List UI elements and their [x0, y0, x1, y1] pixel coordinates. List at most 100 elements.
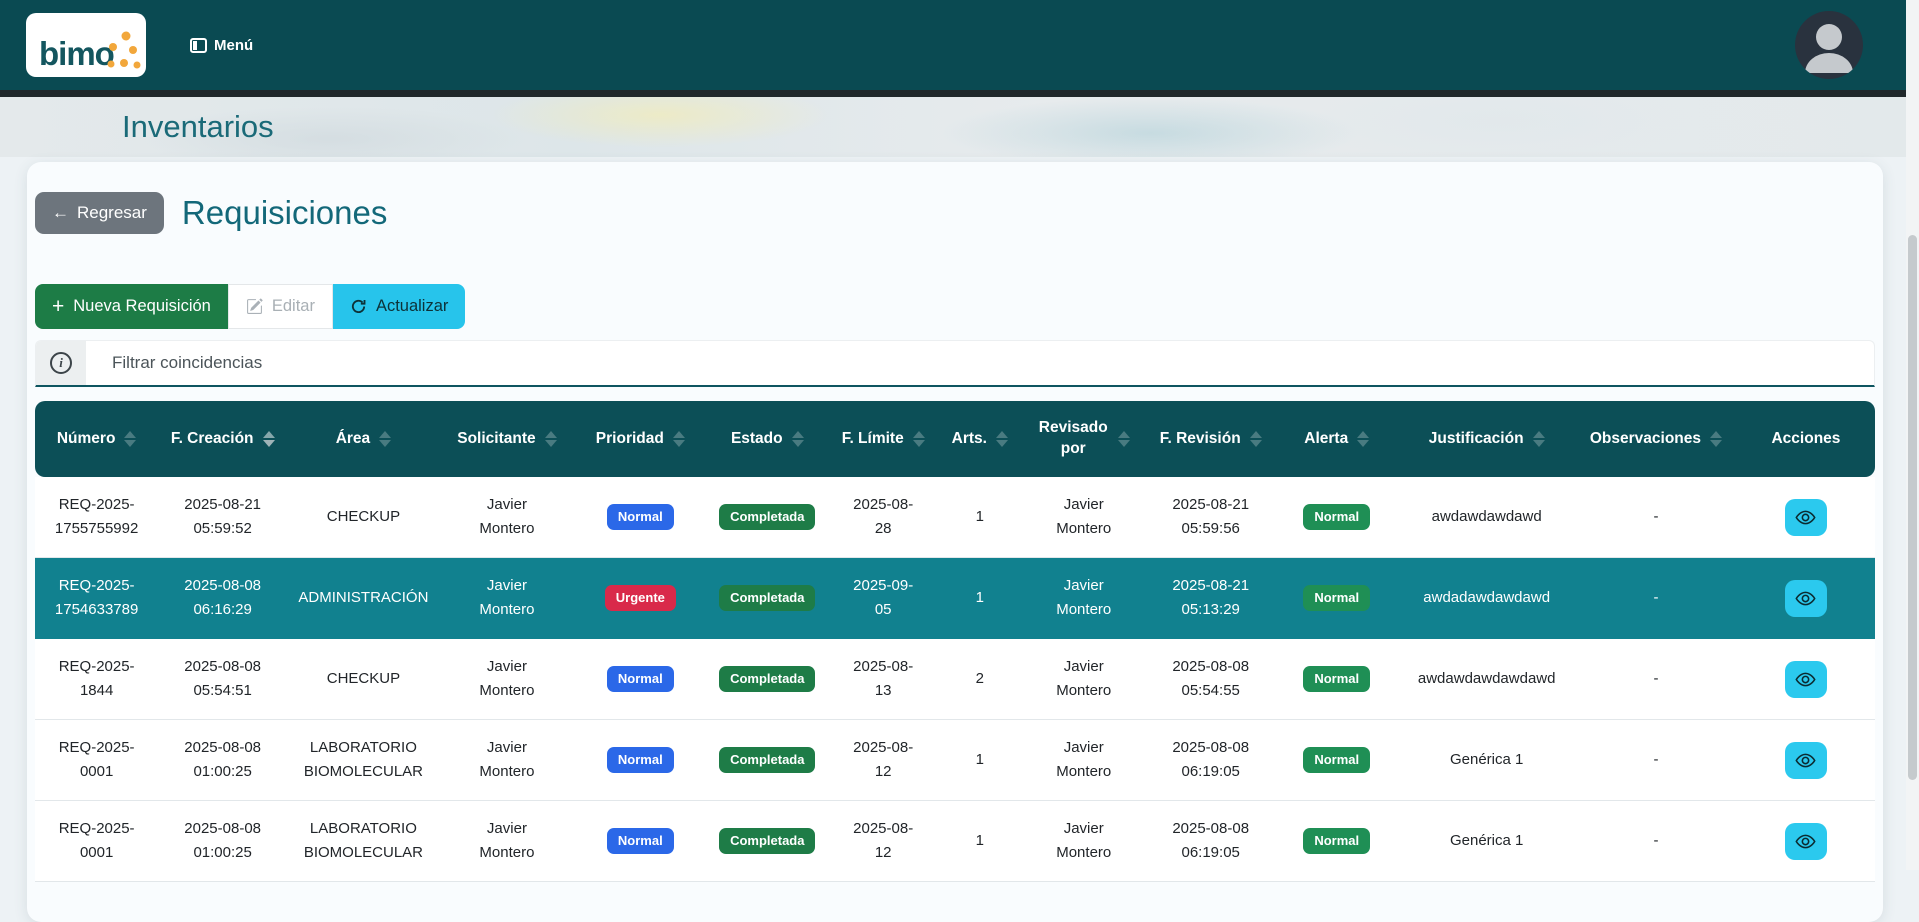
status-badge: Normal [1303, 503, 1371, 531]
sort-icon[interactable] [1710, 430, 1723, 447]
cell-text: 2025-08-12 [853, 820, 914, 861]
cell-f-limite: 2025-08-12 [828, 720, 939, 801]
sort-icon[interactable] [379, 430, 392, 447]
new-requisition-label: Nueva Requisición [73, 297, 211, 315]
cell-f-limite: 2025-09-05 [828, 558, 939, 639]
cell-text: 2025-08-21 05:59:52 [184, 496, 262, 537]
scrollbar-track[interactable] [1906, 0, 1919, 870]
table-row[interactable]: REQ-2025-1754633789 2025-08-08 06:16:29 AD… [35, 558, 1875, 639]
column-label: Estado [730, 429, 783, 447]
sort-icon[interactable] [791, 430, 804, 447]
sort-icon[interactable] [1357, 430, 1370, 447]
cell-revisado-por: Javier Montero [1021, 720, 1147, 801]
column-label: Revisado por [1038, 419, 1108, 457]
edit-button[interactable]: Editar [227, 284, 333, 329]
cell-text: Javier Montero [479, 577, 535, 618]
cell-text: - [1653, 832, 1659, 849]
column-header-justificacion[interactable]: Justificación [1398, 401, 1575, 477]
column-label: Observaciones [1589, 429, 1702, 447]
sort-icon[interactable] [1118, 431, 1131, 447]
column-header-observaciones[interactable]: Observaciones [1574, 401, 1737, 477]
status-badge: Normal [606, 503, 674, 531]
view-action-button[interactable] [1784, 822, 1827, 860]
back-button[interactable]: ← Regresar [35, 192, 164, 234]
view-action-button[interactable] [1784, 660, 1827, 698]
column-header-numero[interactable]: Número [35, 401, 159, 477]
cell-numero: REQ-2025-1755755992 [35, 477, 159, 558]
cell-text: 2025-08-08 01:00:25 [184, 739, 262, 780]
column-header-f-revision[interactable]: F. Revisión [1146, 401, 1276, 477]
view-action-button[interactable] [1784, 579, 1827, 617]
sort-icon[interactable] [262, 430, 275, 447]
cell-area: CHECKUP [287, 639, 440, 720]
cell-acciones [1736, 639, 1875, 720]
table-row[interactable]: REQ-2025-1755755992 2025-08-21 05:59:52 CH… [35, 477, 1875, 558]
cell-text: REQ-2025-1754633789 [54, 577, 139, 618]
column-label: Arts. [951, 429, 987, 447]
sort-icon[interactable] [912, 430, 925, 447]
cell-prioridad: Normal [574, 639, 707, 720]
cell-text: awdawdawdawd [1431, 508, 1542, 525]
requisitions-table: Número F. Creación Área Solicitante Priorida… [35, 401, 1875, 882]
cell-text: ADMINISTRACIÓN [298, 589, 429, 606]
cell-f-creacion: 2025-08-21 05:59:52 [158, 477, 288, 558]
logo-dots-icon [107, 31, 141, 69]
column-header-arts[interactable]: Arts. [938, 401, 1022, 477]
cell-text: 2025-08-13 [853, 658, 914, 699]
cell-text: 2025-08-08 06:16:29 [184, 577, 262, 618]
cell-text: Genérica 1 [1449, 751, 1524, 768]
column-label: F. Límite [841, 429, 904, 447]
sort-icon[interactable] [672, 430, 685, 447]
scrollbar-thumb[interactable] [1908, 235, 1917, 780]
column-header-estado[interactable]: Estado [706, 401, 828, 477]
cell-text: awdawdawdawdawd [1417, 670, 1556, 687]
sort-icon[interactable] [995, 430, 1008, 447]
cell-arts: 2 [938, 639, 1022, 720]
sort-icon[interactable] [544, 430, 557, 447]
cell-arts: 1 [938, 720, 1022, 801]
sort-icon[interactable] [124, 430, 137, 447]
eye-icon [1795, 834, 1817, 848]
column-header-prioridad[interactable]: Prioridad [574, 401, 707, 477]
column-header-area[interactable]: Área [287, 401, 440, 477]
column-header-f-creacion[interactable]: F. Creación [158, 401, 288, 477]
view-action-button[interactable] [1784, 741, 1827, 779]
cell-text: 2025-08-21 05:13:29 [1172, 577, 1250, 618]
status-badge: Completada [719, 503, 816, 531]
column-header-f-limite[interactable]: F. Límite [828, 401, 939, 477]
cell-revisado-por: Javier Montero [1021, 639, 1147, 720]
cell-justificacion: Genérica 1 [1398, 720, 1575, 801]
cell-f-creacion: 2025-08-08 05:54:51 [158, 639, 288, 720]
column-header-revisado-por[interactable]: Revisado por [1021, 401, 1147, 477]
cell-arts: 1 [938, 558, 1022, 639]
cell-area: ADMINISTRACIÓN [287, 558, 440, 639]
cell-text: REQ-2025-0001 [58, 820, 135, 861]
menu-button[interactable]: Menú [190, 0, 253, 90]
sort-icon[interactable] [1249, 430, 1262, 447]
column-header-solicitante[interactable]: Solicitante [439, 401, 575, 477]
cell-acciones [1736, 558, 1875, 639]
cell-justificacion: awdawdawdawdawd [1398, 639, 1575, 720]
cell-text: 1 [975, 832, 984, 849]
table-row[interactable]: REQ-2025-0001 2025-08-08 01:00:25 LABORATO… [35, 720, 1875, 801]
cell-text: - [1653, 508, 1659, 525]
user-avatar[interactable] [1795, 11, 1863, 79]
cell-text: REQ-2025-0001 [58, 739, 135, 780]
column-header-alerta[interactable]: Alerta [1275, 401, 1399, 477]
filter-input[interactable] [86, 341, 1874, 385]
cell-observaciones: - [1574, 720, 1737, 801]
navbar-divider [0, 90, 1909, 97]
cell-text: - [1653, 589, 1659, 606]
bimo-logo[interactable]: bimo [26, 13, 146, 77]
new-requisition-button[interactable]: + Nueva Requisición [35, 284, 228, 329]
table-row[interactable]: REQ-2025-1844 2025-08-08 05:54:51 CHECKUP J… [35, 639, 1875, 720]
sort-icon[interactable] [1532, 430, 1545, 447]
cell-prioridad: Urgente [574, 558, 707, 639]
pencil-square-icon [246, 298, 263, 314]
view-action-button[interactable] [1784, 498, 1827, 536]
back-arrow-icon: ← [52, 203, 69, 222]
refresh-button[interactable]: Actualizar [332, 284, 466, 329]
cell-solicitante: Javier Montero [439, 639, 575, 720]
cell-numero: REQ-2025-0001 [35, 720, 159, 801]
cell-alerta: Normal [1275, 477, 1399, 558]
